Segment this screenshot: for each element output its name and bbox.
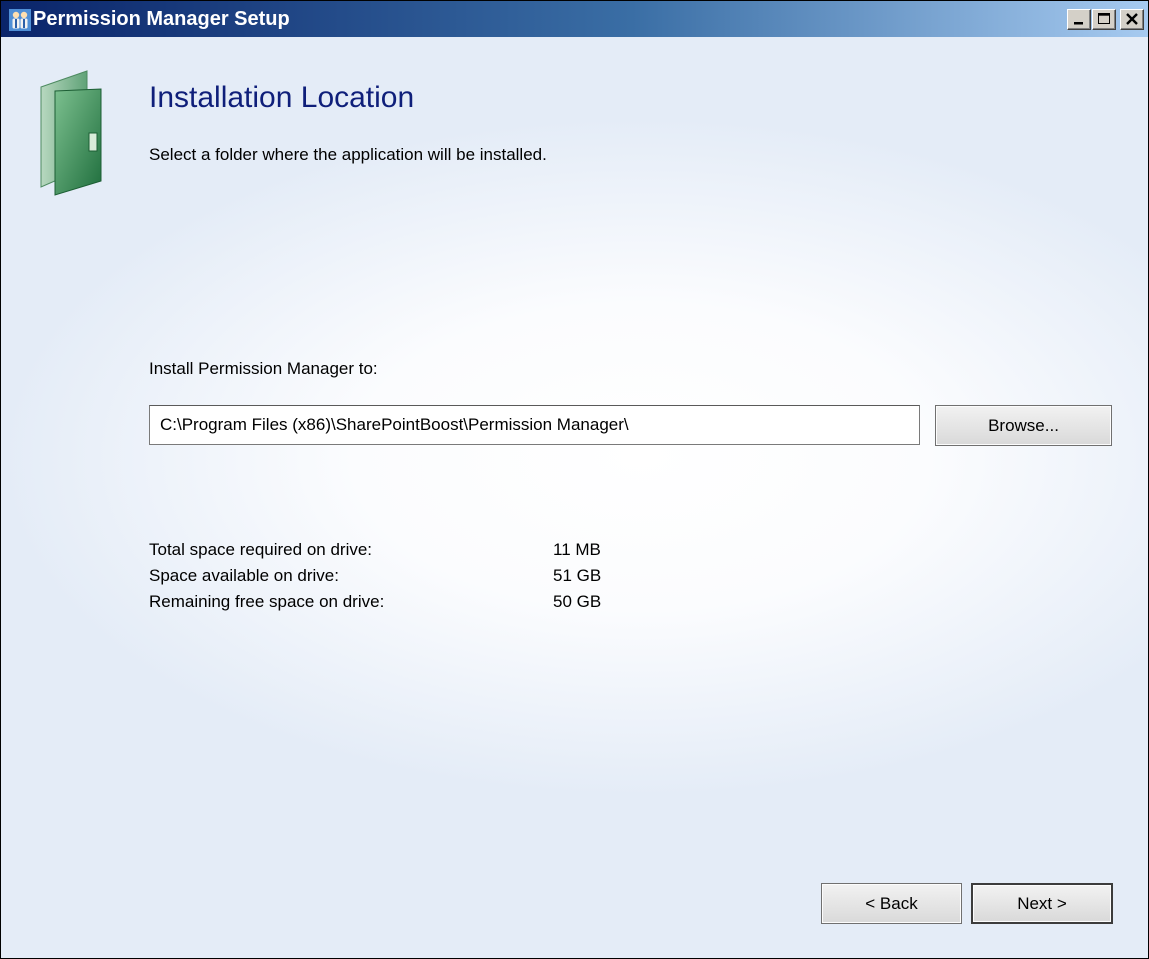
install-path-input[interactable] [149, 405, 920, 445]
space-label-available: Space available on drive: [149, 566, 339, 585]
setup-window: Permission Manager Setup Installation Lo… [0, 0, 1149, 959]
minimize-button[interactable] [1067, 9, 1091, 30]
page-title: Installation Location [149, 81, 415, 114]
install-path-label: Install Permission Manager to: [149, 359, 378, 378]
window-title: Permission Manager Setup [33, 8, 290, 30]
space-label-required: Total space required on drive: [149, 540, 373, 559]
maximize-button[interactable] [1092, 9, 1116, 30]
title-bar[interactable]: Permission Manager Setup [1, 1, 1148, 37]
next-button[interactable]: Next > [971, 883, 1113, 924]
close-button[interactable] [1120, 9, 1144, 30]
wizard-content: Installation Location Select a folder wh… [1, 37, 1148, 958]
users-icon [9, 9, 31, 31]
back-button[interactable]: < Back [821, 883, 962, 924]
space-label-remaining: Remaining free space on drive: [149, 592, 385, 611]
browse-button[interactable]: Browse... [935, 405, 1112, 446]
folder-icon [35, 69, 111, 197]
space-value-available: 51 GB [553, 566, 602, 585]
space-value-remaining: 50 GB [553, 592, 602, 611]
space-value-required: 11 MB [553, 540, 601, 559]
page-subtitle: Select a folder where the application wi… [149, 145, 547, 164]
